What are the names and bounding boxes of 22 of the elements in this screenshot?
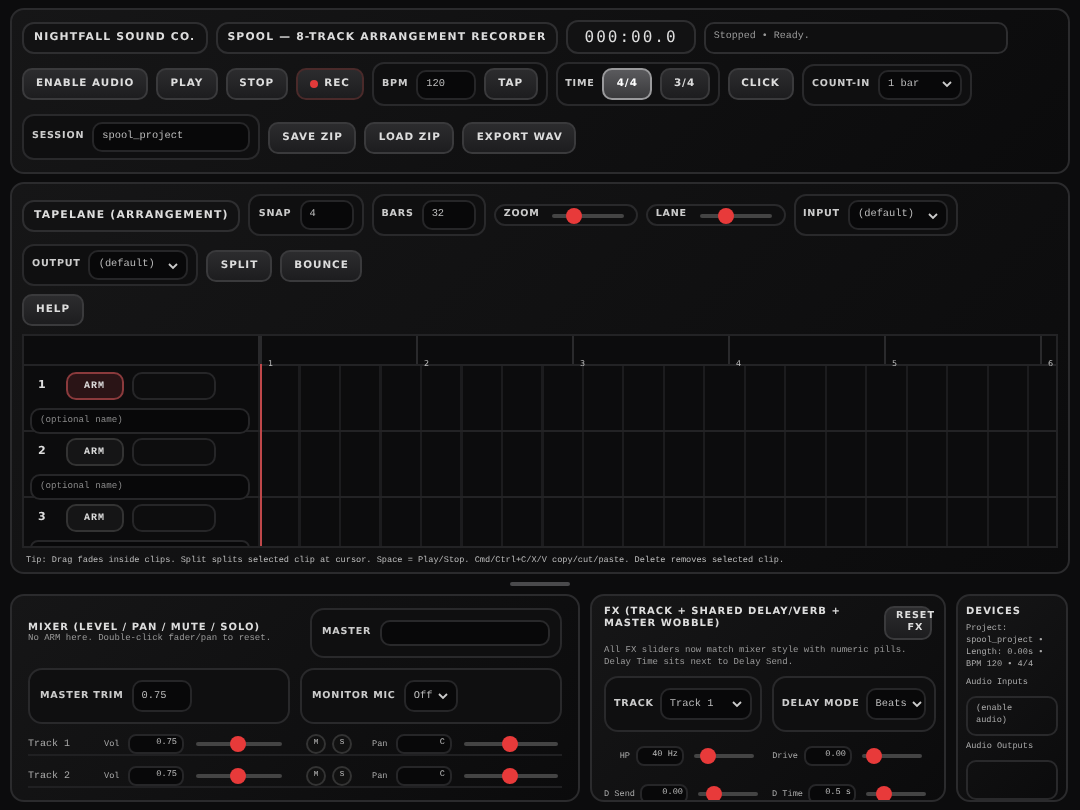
resize-handle[interactable] <box>510 582 570 586</box>
caret-icon <box>912 700 923 708</box>
slider-thumb[interactable] <box>230 768 247 784</box>
input-field[interactable] <box>131 438 216 466</box>
time-display: 000:00.0 <box>566 20 696 54</box>
slider-thumb[interactable] <box>699 748 716 764</box>
slider-thumb[interactable] <box>705 786 722 800</box>
caret-icon <box>927 211 938 219</box>
caret-icon <box>438 692 449 700</box>
slider-thumb[interactable] <box>230 736 247 752</box>
record-dot-icon <box>310 80 319 88</box>
caret-icon <box>942 80 953 88</box>
caret-icon <box>168 261 179 269</box>
caret-icon <box>731 700 742 708</box>
slider-thumb[interactable] <box>717 207 734 223</box>
slider-thumb[interactable] <box>566 207 583 223</box>
input-field[interactable] <box>131 504 216 532</box>
slider-thumb[interactable] <box>502 768 519 784</box>
slider-thumb[interactable] <box>502 736 519 752</box>
slider-thumb[interactable] <box>876 786 893 800</box>
slider-thumb[interactable] <box>866 748 883 764</box>
input-field[interactable] <box>131 372 216 400</box>
